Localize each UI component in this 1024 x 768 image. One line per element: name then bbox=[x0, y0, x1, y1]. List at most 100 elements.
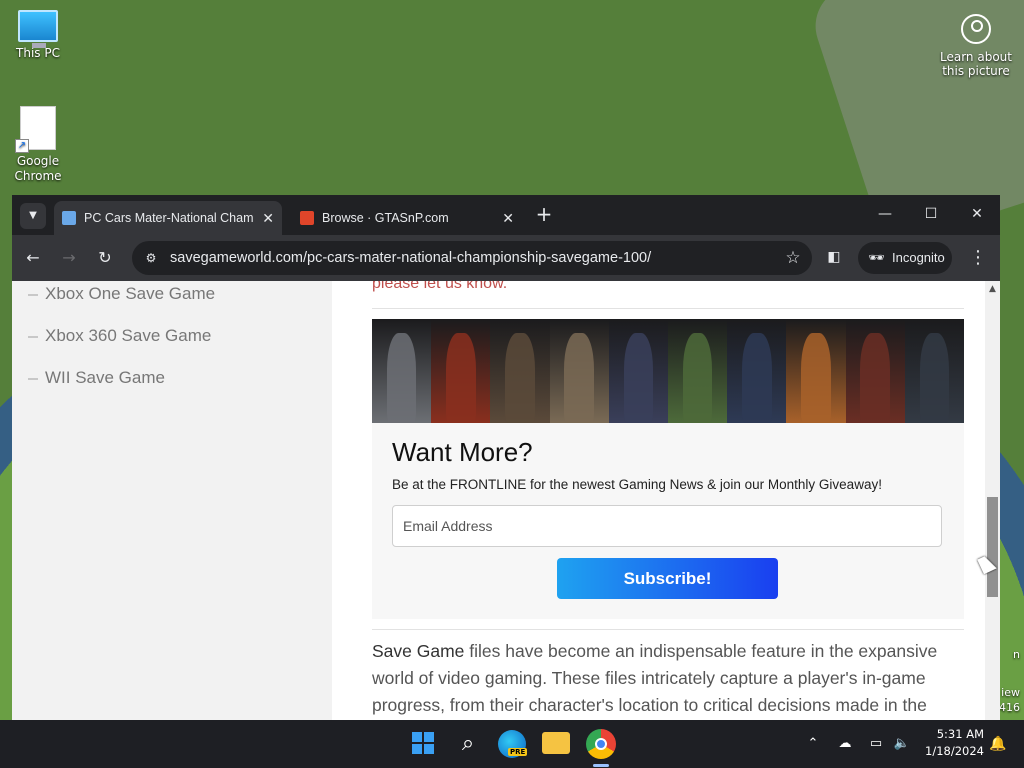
banner-character-panel bbox=[727, 319, 787, 423]
desktop-icon-this-pc[interactable]: This PC bbox=[6, 10, 70, 61]
character-figure bbox=[742, 333, 772, 423]
banner-character-panel bbox=[490, 319, 550, 423]
character-figure bbox=[623, 333, 654, 423]
shortcut-file-icon: ↗ bbox=[15, 106, 56, 153]
system-clock[interactable]: 5:31 AM 1/18/2024 bbox=[922, 726, 984, 760]
forward-button[interactable]: → bbox=[56, 245, 82, 271]
banner-character-panel bbox=[608, 319, 669, 423]
dash-icon bbox=[28, 377, 38, 380]
page-scrollbar[interactable]: ▲ bbox=[985, 281, 1000, 720]
side-panel-icon[interactable]: ◧ bbox=[824, 247, 844, 267]
scrollbar-thumb[interactable] bbox=[987, 497, 998, 597]
save-disk-icon bbox=[62, 211, 76, 225]
desktop-icon-label: Google Chrome bbox=[14, 154, 62, 183]
new-tab-button[interactable]: + bbox=[532, 203, 556, 227]
search-icon[interactable]: ⌕ bbox=[452, 728, 484, 760]
volume-icon[interactable]: 🔈 bbox=[892, 720, 912, 768]
shortcut-arrow-icon: ↗ bbox=[15, 139, 29, 153]
edge-icon[interactable]: PRE bbox=[498, 730, 528, 758]
sidebar-item-wii[interactable]: WII Save Game bbox=[28, 368, 165, 388]
banner-character-panel bbox=[668, 319, 728, 423]
learn-about-label: Learn about this picture bbox=[940, 50, 1012, 78]
incognito-icon: 🕶 bbox=[868, 250, 885, 265]
file-explorer-icon[interactable] bbox=[542, 732, 570, 754]
character-figure bbox=[505, 333, 535, 423]
tab-title: PC Cars Mater-National Champ bbox=[84, 211, 254, 225]
article-paragraph: Save Game files have become an indispens… bbox=[372, 638, 964, 720]
sidebar-item-label: Xbox 360 Save Game bbox=[45, 326, 212, 345]
chevron-up-icon[interactable]: ⌃ bbox=[804, 720, 822, 768]
banner-character-panel bbox=[904, 319, 964, 423]
sidebar-item-xbox-one[interactable]: Xbox One Save Game bbox=[28, 284, 215, 304]
browser-toolbar: ← → ↻ ⚙ savegameworld.com/pc-cars-mater-… bbox=[12, 235, 1000, 281]
network-icon[interactable]: ▭ bbox=[866, 720, 886, 768]
game-characters-banner bbox=[372, 319, 964, 423]
email-field[interactable] bbox=[392, 505, 942, 547]
page-viewport: Xbox One Save Game Xbox 360 Save Game WI… bbox=[12, 281, 1000, 720]
clock-time: 5:31 AM bbox=[936, 727, 984, 741]
banner-character-panel bbox=[372, 319, 432, 423]
reload-button[interactable]: ↻ bbox=[92, 245, 118, 271]
bookmark-star-icon[interactable]: ☆ bbox=[782, 247, 804, 269]
start-button[interactable] bbox=[408, 728, 440, 760]
tab-title: Browse · GTASnP.com bbox=[322, 211, 449, 225]
incognito-badge[interactable]: 🕶 Incognito bbox=[858, 242, 952, 274]
close-icon[interactable]: ✕ bbox=[502, 201, 514, 235]
banner-character-panel bbox=[549, 319, 609, 423]
dash-icon bbox=[28, 293, 38, 296]
edge-preview-badge: PRE bbox=[508, 748, 528, 756]
character-figure bbox=[386, 333, 417, 423]
incognito-label: Incognito bbox=[892, 250, 945, 265]
newsletter-promo: Want More? Be at the FRONTLINE for the n… bbox=[372, 319, 964, 619]
taskbar: ⌕ PRE ⌃ ☁ ▭ 🔈 5:31 AM 1/18/2024 🔔 bbox=[0, 720, 1024, 768]
chevron-down-icon: ▼ bbox=[29, 210, 37, 221]
close-icon[interactable]: ✕ bbox=[262, 201, 274, 235]
save-game-link[interactable]: Save Game bbox=[372, 641, 464, 661]
character-figure bbox=[564, 333, 594, 423]
address-bar[interactable]: ⚙ savegameworld.com/pc-cars-mater-nation… bbox=[132, 241, 812, 275]
clock-date: 1/18/2024 bbox=[925, 744, 984, 758]
close-window-button[interactable]: ✕ bbox=[954, 195, 1000, 235]
character-figure bbox=[919, 333, 950, 423]
monitor-icon bbox=[18, 10, 58, 48]
url-text: savegameworld.com/pc-cars-mater-national… bbox=[170, 250, 652, 266]
divider bbox=[372, 308, 964, 309]
site-info-icon[interactable]: ⚙ bbox=[142, 249, 160, 267]
active-app-indicator bbox=[593, 764, 609, 767]
banner-character-panel bbox=[786, 319, 846, 423]
notification-bell-icon[interactable]: 🔔 bbox=[988, 732, 1008, 756]
sidebar: Xbox One Save Game Xbox 360 Save Game WI… bbox=[12, 281, 332, 720]
character-figure bbox=[682, 333, 713, 423]
minimize-button[interactable]: — bbox=[862, 195, 908, 235]
tab-strip: ▼ PC Cars Mater-National Champ ✕ Browse … bbox=[12, 195, 1000, 235]
maximize-button[interactable]: ☐ bbox=[908, 195, 954, 235]
back-button[interactable]: ← bbox=[20, 245, 46, 271]
character-figure bbox=[446, 333, 476, 423]
promo-heading: Want More? bbox=[392, 437, 533, 467]
chrome-icon[interactable] bbox=[586, 729, 616, 759]
sidebar-item-xbox-360[interactable]: Xbox 360 Save Game bbox=[28, 326, 211, 346]
contact-link[interactable]: please let us know. bbox=[372, 281, 507, 293]
browser-window: ▼ PC Cars Mater-National Champ ✕ Browse … bbox=[12, 195, 1000, 720]
subscribe-button[interactable]: Subscribe! bbox=[557, 558, 778, 599]
tab-search-button[interactable]: ▼ bbox=[20, 203, 46, 229]
onedrive-icon[interactable]: ☁ bbox=[834, 720, 856, 768]
camera-icon bbox=[961, 14, 991, 44]
tab-gtasnp[interactable]: Browse · GTASnP.com ✕ bbox=[292, 201, 522, 235]
character-figure bbox=[860, 333, 891, 423]
sidebar-item-label: WII Save Game bbox=[45, 368, 165, 387]
banner-character-panel bbox=[431, 319, 491, 423]
promo-subtitle: Be at the FRONTLINE for the newest Gamin… bbox=[392, 477, 882, 492]
dash-icon bbox=[28, 335, 38, 338]
desktop-fragment: n bbox=[1013, 648, 1020, 661]
tab-active[interactable]: PC Cars Mater-National Champ ✕ bbox=[54, 201, 282, 235]
divider bbox=[372, 629, 964, 630]
learn-about-picture[interactable]: Learn about this picture bbox=[936, 14, 1016, 78]
desktop-icon-label: This PC bbox=[16, 46, 60, 60]
gtasnp-icon bbox=[300, 211, 314, 225]
article: please let us know. Want More? Be at the… bbox=[372, 281, 964, 720]
desktop-icon-google-chrome[interactable]: ↗ Google Chrome bbox=[6, 106, 70, 184]
scroll-up-arrow-icon[interactable]: ▲ bbox=[985, 283, 1000, 295]
more-menu-icon[interactable]: ⋮ bbox=[968, 245, 988, 271]
desktop-fragment: iew bbox=[1001, 686, 1020, 699]
